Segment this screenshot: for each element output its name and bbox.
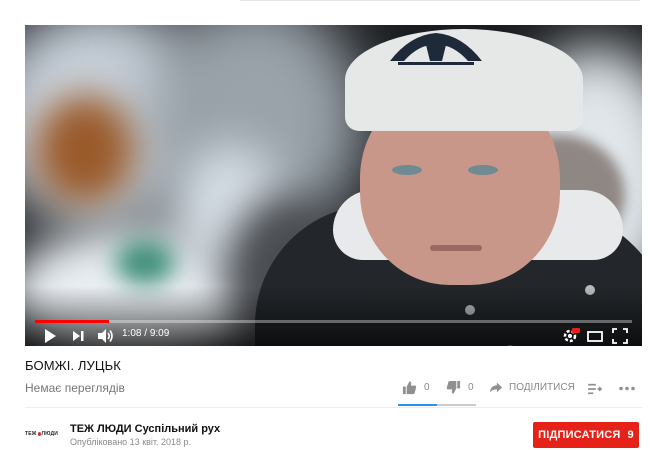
publish-date: Опубліковано 13 квіт. 2018 р. [70, 437, 192, 447]
gear-hd-icon [563, 328, 580, 343]
subscribe-label: ПІДПИСАТИСЯ [538, 429, 621, 441]
next-icon [73, 331, 84, 341]
video-player[interactable]: 1:08 / 9:09 [25, 25, 642, 346]
fullscreen-button[interactable] [610, 326, 630, 346]
video-title: БОМЖІ. ЛУЦЬК [25, 358, 121, 373]
channel-avatar[interactable]: ТЕЖ ЛЮДИ [25, 424, 58, 444]
volume-icon [98, 329, 113, 343]
thumbs-up-icon [402, 381, 417, 395]
like-count: 0 [424, 382, 430, 393]
play-icon [45, 329, 56, 343]
volume-button[interactable] [95, 326, 115, 346]
channel-name[interactable]: ТЕЖ ЛЮДИ Суспільний рух [70, 423, 220, 435]
progress-played [35, 320, 110, 323]
beanie [345, 29, 583, 131]
duration: 9:09 [149, 328, 170, 339]
subscriber-count: 9 [627, 429, 634, 441]
sentiment-bar [398, 404, 476, 406]
logo-dot-icon [37, 432, 41, 436]
trefoil-logo-icon [390, 33, 482, 65]
time-display: 1:08 / 9:09 [122, 328, 170, 339]
share-button[interactable]: ПОДІЛИТИСЯ [489, 380, 575, 394]
subscribe-button[interactable]: ПІДПИСАТИСЯ 9 [533, 422, 639, 448]
play-button[interactable] [40, 326, 60, 346]
thumbs-down-icon [446, 380, 461, 394]
view-count: Немає переглядів [25, 381, 125, 395]
fullscreen-icon [612, 328, 628, 344]
top-border-line [240, 0, 640, 1]
settings-button[interactable] [560, 326, 580, 346]
more-dots-icon [619, 386, 635, 391]
sentiment-bar-likes [398, 404, 437, 406]
theater-mode-button[interactable] [585, 326, 605, 346]
share-label: ПОДІЛИТИСЯ [509, 381, 575, 393]
share-arrow-icon [489, 382, 503, 393]
theater-mode-icon [587, 331, 603, 342]
like-button[interactable]: 0 [402, 380, 430, 395]
dislike-count: 0 [468, 382, 474, 393]
dislike-button[interactable]: 0 [446, 380, 474, 395]
more-actions-button[interactable] [619, 386, 635, 391]
progress-bar[interactable] [35, 320, 632, 323]
section-divider [25, 407, 642, 408]
next-button[interactable] [69, 326, 89, 346]
add-to-playlist-icon [588, 383, 602, 395]
current-time: 1:08 [122, 328, 142, 339]
add-to-playlist-button[interactable] [588, 383, 602, 395]
